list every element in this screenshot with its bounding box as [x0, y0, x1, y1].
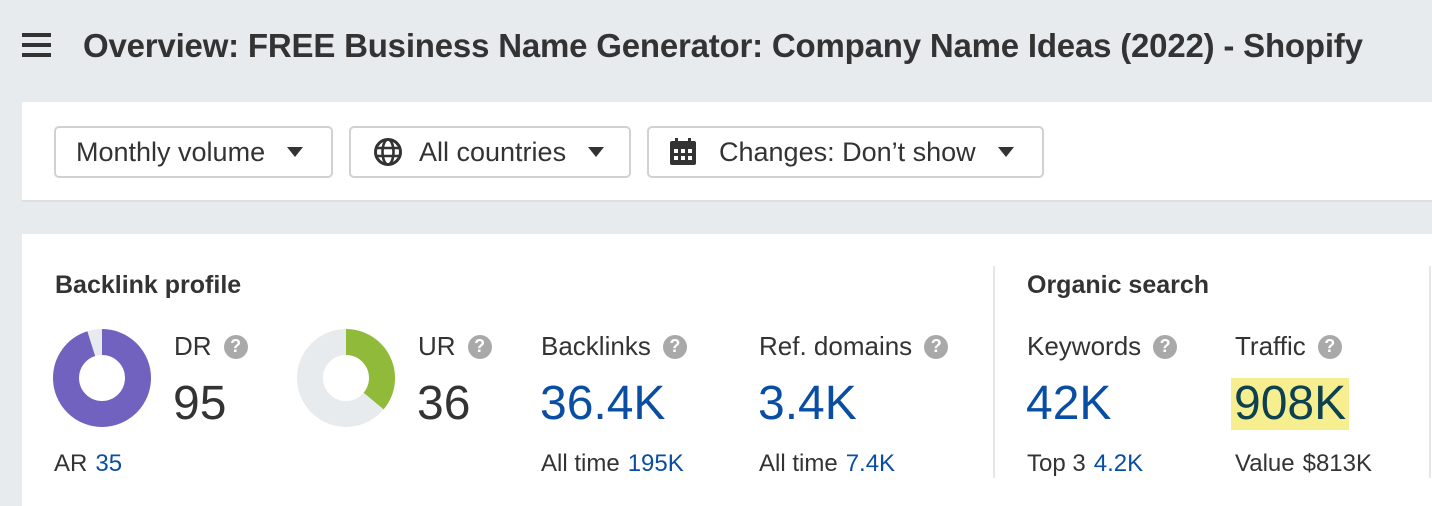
backlinks-all-time-label: All time [541, 450, 620, 477]
ur-donut-chart [297, 329, 395, 427]
section-divider [993, 266, 995, 478]
traffic-value[interactable]: 908K [1231, 378, 1350, 430]
backlinks-label-row: Backlinks ? [541, 331, 687, 362]
globe-icon [373, 137, 403, 167]
keywords-top3-value[interactable]: 4.2K [1094, 450, 1143, 477]
backlinks-all-time-row: All time 195K [541, 450, 684, 478]
page-header: Overview: FREE Business Name Generator: … [0, 0, 1432, 100]
help-icon[interactable]: ? [223, 334, 248, 359]
ref-domains-label-row: Ref. domains ? [759, 331, 949, 362]
dr-label: DR [174, 331, 212, 361]
keywords-value[interactable]: 42K [1026, 380, 1111, 428]
traffic-value-row: Value $813K [1235, 450, 1372, 478]
traffic-label: Traffic [1235, 331, 1306, 361]
ar-row: AR 35 [54, 450, 122, 478]
country-label: All countries [419, 136, 567, 167]
keywords-label: Keywords [1027, 331, 1142, 361]
ar-label: AR [54, 450, 88, 477]
section-divider [1429, 266, 1431, 478]
ur-label: UR [418, 331, 456, 361]
caret-down-icon [588, 147, 605, 157]
dr-donut-chart [53, 329, 151, 427]
ur-label-row: UR ? [418, 331, 492, 362]
backlink-profile-title: Backlink profile [55, 271, 242, 299]
filter-toolbar: Monthly volume All countries Changes: Do… [22, 102, 1432, 202]
changes-label: Changes: Don’t show [719, 136, 976, 167]
ur-value: 36 [417, 377, 471, 430]
traffic-dollar-value: $813K [1302, 450, 1373, 477]
keywords-top3-label: Top 3 [1027, 450, 1086, 477]
backlinks-value[interactable]: 36.4K [540, 380, 665, 428]
ref-domains-all-time-value[interactable]: 7.4K [846, 450, 895, 477]
traffic-label-row: Traffic ? [1235, 331, 1342, 362]
help-icon[interactable]: ? [924, 334, 949, 359]
keywords-label-row: Keywords ? [1027, 331, 1178, 362]
help-icon[interactable]: ? [1153, 334, 1178, 359]
ref-domains-value[interactable]: 3.4K [758, 380, 857, 428]
help-icon[interactable]: ? [1317, 334, 1342, 359]
help-icon[interactable]: ? [467, 334, 492, 359]
hamburger-menu-icon[interactable] [22, 33, 51, 57]
ref-domains-label: Ref. domains [759, 331, 913, 361]
monthly-volume-dropdown[interactable]: Monthly volume [54, 126, 333, 178]
caret-down-icon [997, 147, 1014, 157]
caret-down-icon [287, 147, 304, 157]
backlinks-all-time-value[interactable]: 195K [628, 450, 684, 477]
backlinks-label: Backlinks [541, 331, 651, 361]
keywords-top3-row: Top 3 4.2K [1027, 450, 1143, 478]
dr-donut-arc [53, 329, 151, 427]
changes-dropdown[interactable]: Changes: Don’t show [647, 126, 1044, 178]
calendar-icon [669, 138, 697, 166]
dr-value: 95 [173, 377, 227, 430]
help-icon[interactable]: ? [662, 334, 687, 359]
traffic-value-label: Value [1235, 450, 1295, 477]
dr-label-row: DR ? [174, 331, 248, 362]
monthly-volume-label: Monthly volume [76, 136, 266, 167]
ref-domains-all-time-row: All time 7.4K [759, 450, 895, 478]
ar-value[interactable]: 35 [95, 450, 122, 477]
page-title: Overview: FREE Business Name Generator: … [83, 27, 1363, 64]
ref-domains-all-time-label: All time [759, 450, 838, 477]
organic-search-title: Organic search [1027, 271, 1210, 299]
metrics-panel: Backlink profile DR ? 95 AR 35 UR ? 36 Ba… [22, 234, 1432, 506]
country-dropdown[interactable]: All countries [349, 126, 631, 178]
